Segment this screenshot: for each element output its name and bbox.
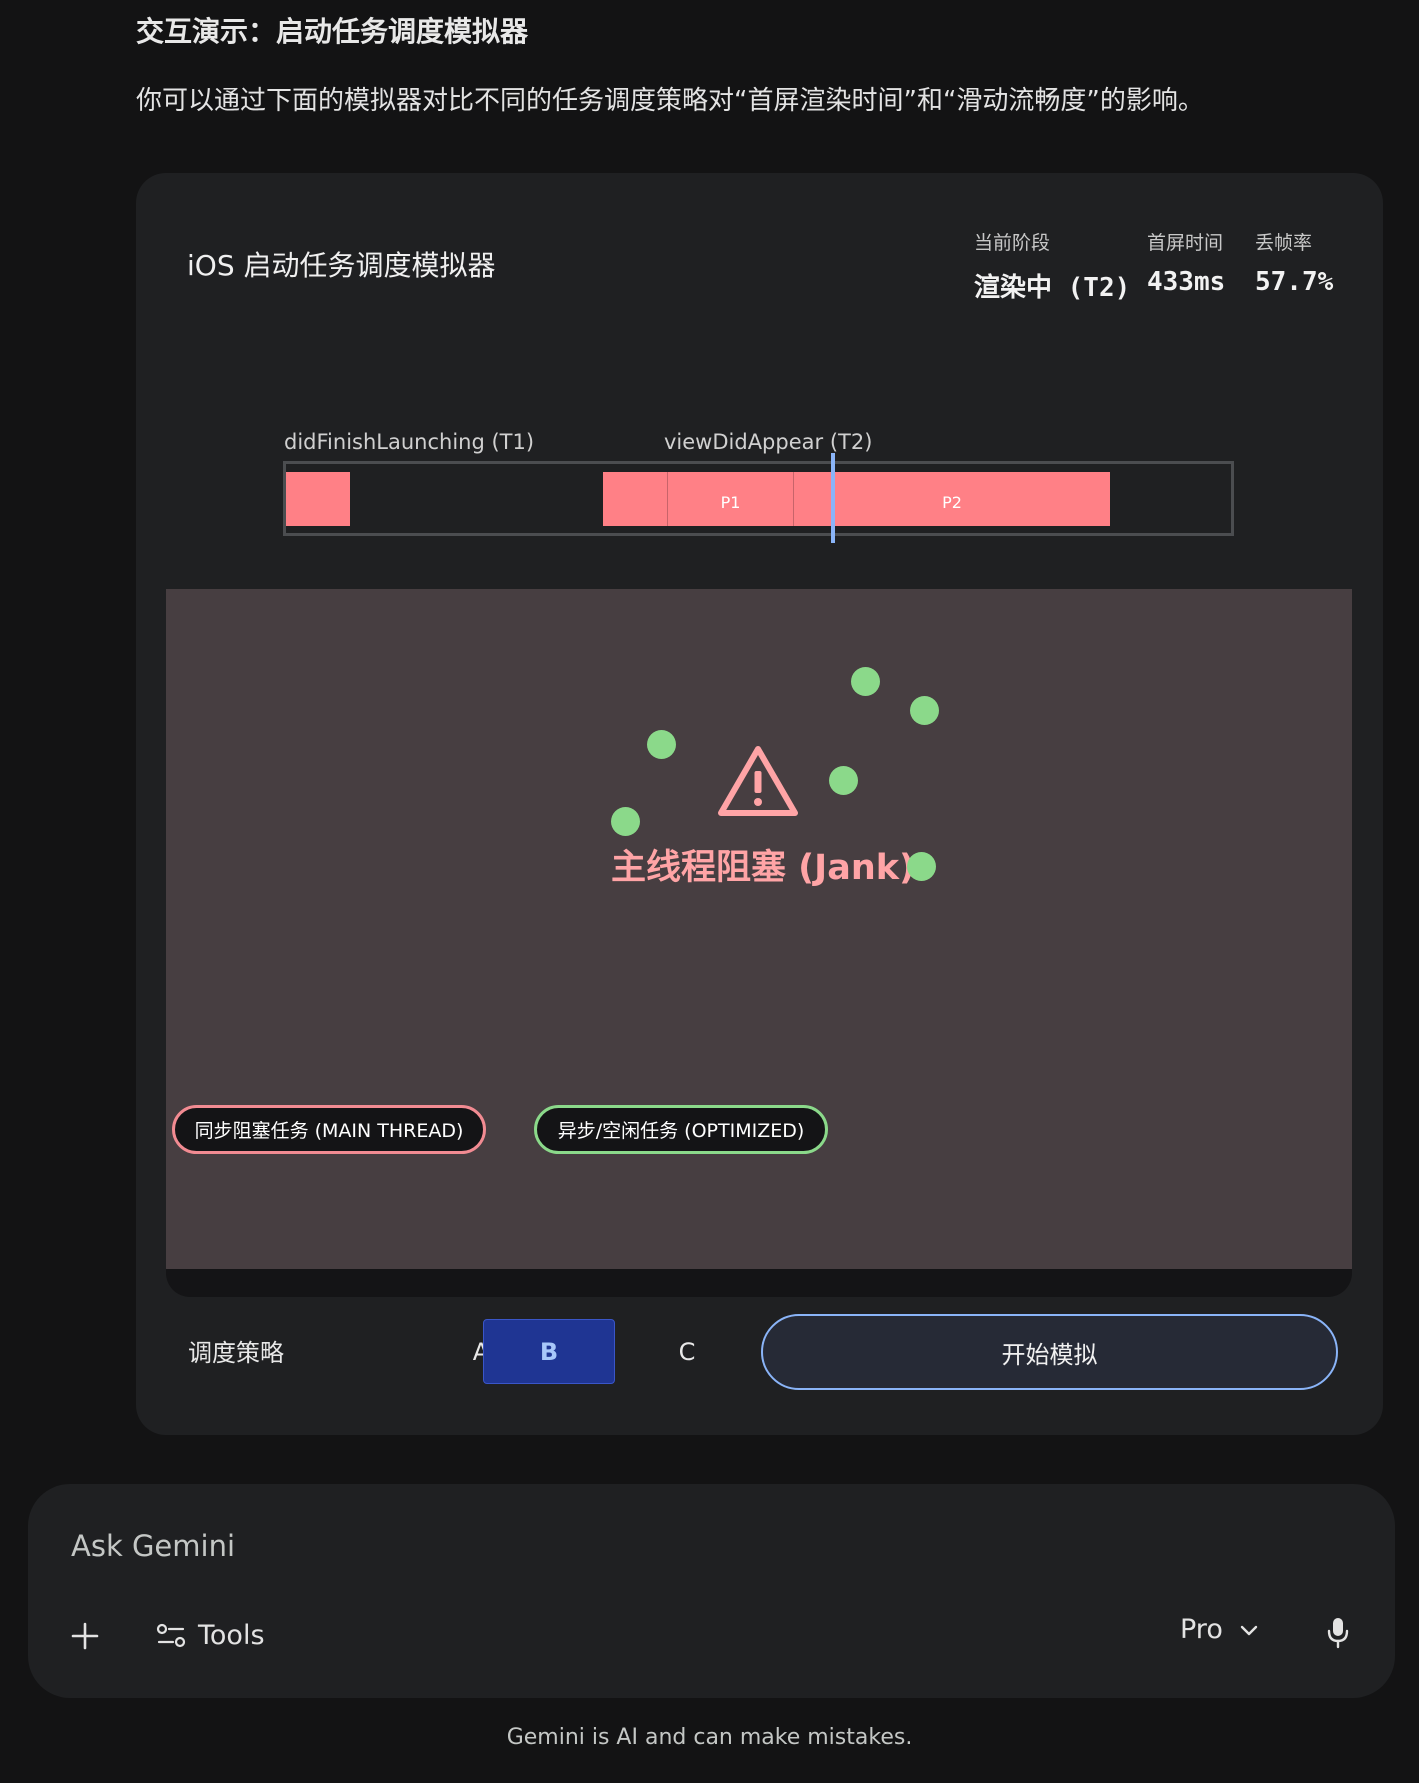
prompt-input[interactable]: Ask Gemini bbox=[71, 1529, 235, 1563]
frame-dot bbox=[907, 852, 936, 881]
simulator-card: iOS 启动任务调度模拟器 当前阶段 渲染中 (T2) 首屏时间 433ms 丢… bbox=[136, 173, 1383, 1435]
frame-dot bbox=[851, 667, 880, 696]
stat-first-screen-label: 首屏时间 bbox=[1147, 232, 1224, 254]
render-stage: 主线程阻塞 (Jank) 同步阻塞任务 (MAIN THREAD) 异步/空闲任… bbox=[166, 589, 1352, 1269]
frame-dot bbox=[910, 696, 939, 725]
intro-text: 你可以通过下面的模拟器对比不同的任务调度策略对“首屏渲染时间”和“滑动流畅度”的… bbox=[136, 86, 1204, 116]
task-block bbox=[286, 472, 350, 526]
jank-warning-text: 主线程阻塞 (Jank) bbox=[611, 848, 916, 888]
task-p2-label: P2 bbox=[942, 492, 962, 512]
stat-first-screen: 首屏时间 433ms bbox=[1147, 228, 1225, 297]
prompt-composer: Ask Gemini Tools Pro bbox=[28, 1484, 1395, 1698]
timeline-t2-label: viewDidAppear (T2) bbox=[664, 430, 873, 454]
chevron-down-icon bbox=[1240, 1625, 1258, 1635]
timeline-track: P1 P2 bbox=[283, 461, 1234, 536]
simulator-title: iOS 启动任务调度模拟器 bbox=[187, 249, 496, 282]
tools-icon bbox=[156, 1623, 186, 1647]
stat-phase-value: 渲染中 (T2) bbox=[974, 273, 1131, 303]
async-task-chip: 异步/空闲任务 (OPTIMIZED) bbox=[534, 1105, 828, 1154]
tools-label: Tools bbox=[198, 1620, 265, 1651]
task-block-p2: P2 bbox=[793, 472, 1110, 526]
blocking-task-chip: 同步阻塞任务 (MAIN THREAD) bbox=[172, 1105, 486, 1154]
start-simulation-button[interactable]: 开始模拟 bbox=[761, 1314, 1338, 1390]
stat-drop-rate-label: 丢帧率 bbox=[1255, 232, 1313, 254]
task-block bbox=[603, 472, 667, 526]
strategy-label: 调度策略 bbox=[188, 1339, 284, 1367]
frame-dot bbox=[647, 730, 676, 759]
plus-icon[interactable] bbox=[71, 1622, 99, 1650]
model-label: Pro bbox=[1180, 1614, 1223, 1645]
task-block-p1: P1 bbox=[667, 472, 793, 526]
model-selector[interactable]: Pro bbox=[1180, 1614, 1259, 1645]
stage-footer-bar bbox=[166, 1269, 1352, 1297]
mic-icon[interactable] bbox=[1326, 1616, 1350, 1650]
stat-drop-rate-value: 57.7% bbox=[1255, 267, 1334, 297]
frame-dot bbox=[611, 807, 640, 836]
frame-dot bbox=[829, 766, 858, 795]
ai-disclaimer: Gemini is AI and can make mistakes. bbox=[506, 1725, 913, 1750]
tools-button[interactable]: Tools bbox=[156, 1620, 265, 1651]
stat-first-screen-value: 433ms bbox=[1147, 267, 1226, 297]
strategy-option-c[interactable]: C bbox=[621, 1319, 753, 1384]
stat-drop-rate: 丢帧率 57.7% bbox=[1255, 228, 1333, 297]
strategy-option-b[interactable]: B bbox=[483, 1319, 615, 1384]
timeline-t1-label: didFinishLaunching (T1) bbox=[284, 430, 535, 454]
stat-phase-label: 当前阶段 bbox=[974, 232, 1051, 254]
warning-icon bbox=[718, 746, 798, 816]
timeline-playhead bbox=[831, 453, 835, 543]
stat-phase: 当前阶段 渲染中 (T2) bbox=[974, 228, 1130, 304]
section-heading: 交互演示：启动任务调度模拟器 bbox=[136, 15, 529, 48]
task-p1-label: P1 bbox=[720, 492, 741, 512]
